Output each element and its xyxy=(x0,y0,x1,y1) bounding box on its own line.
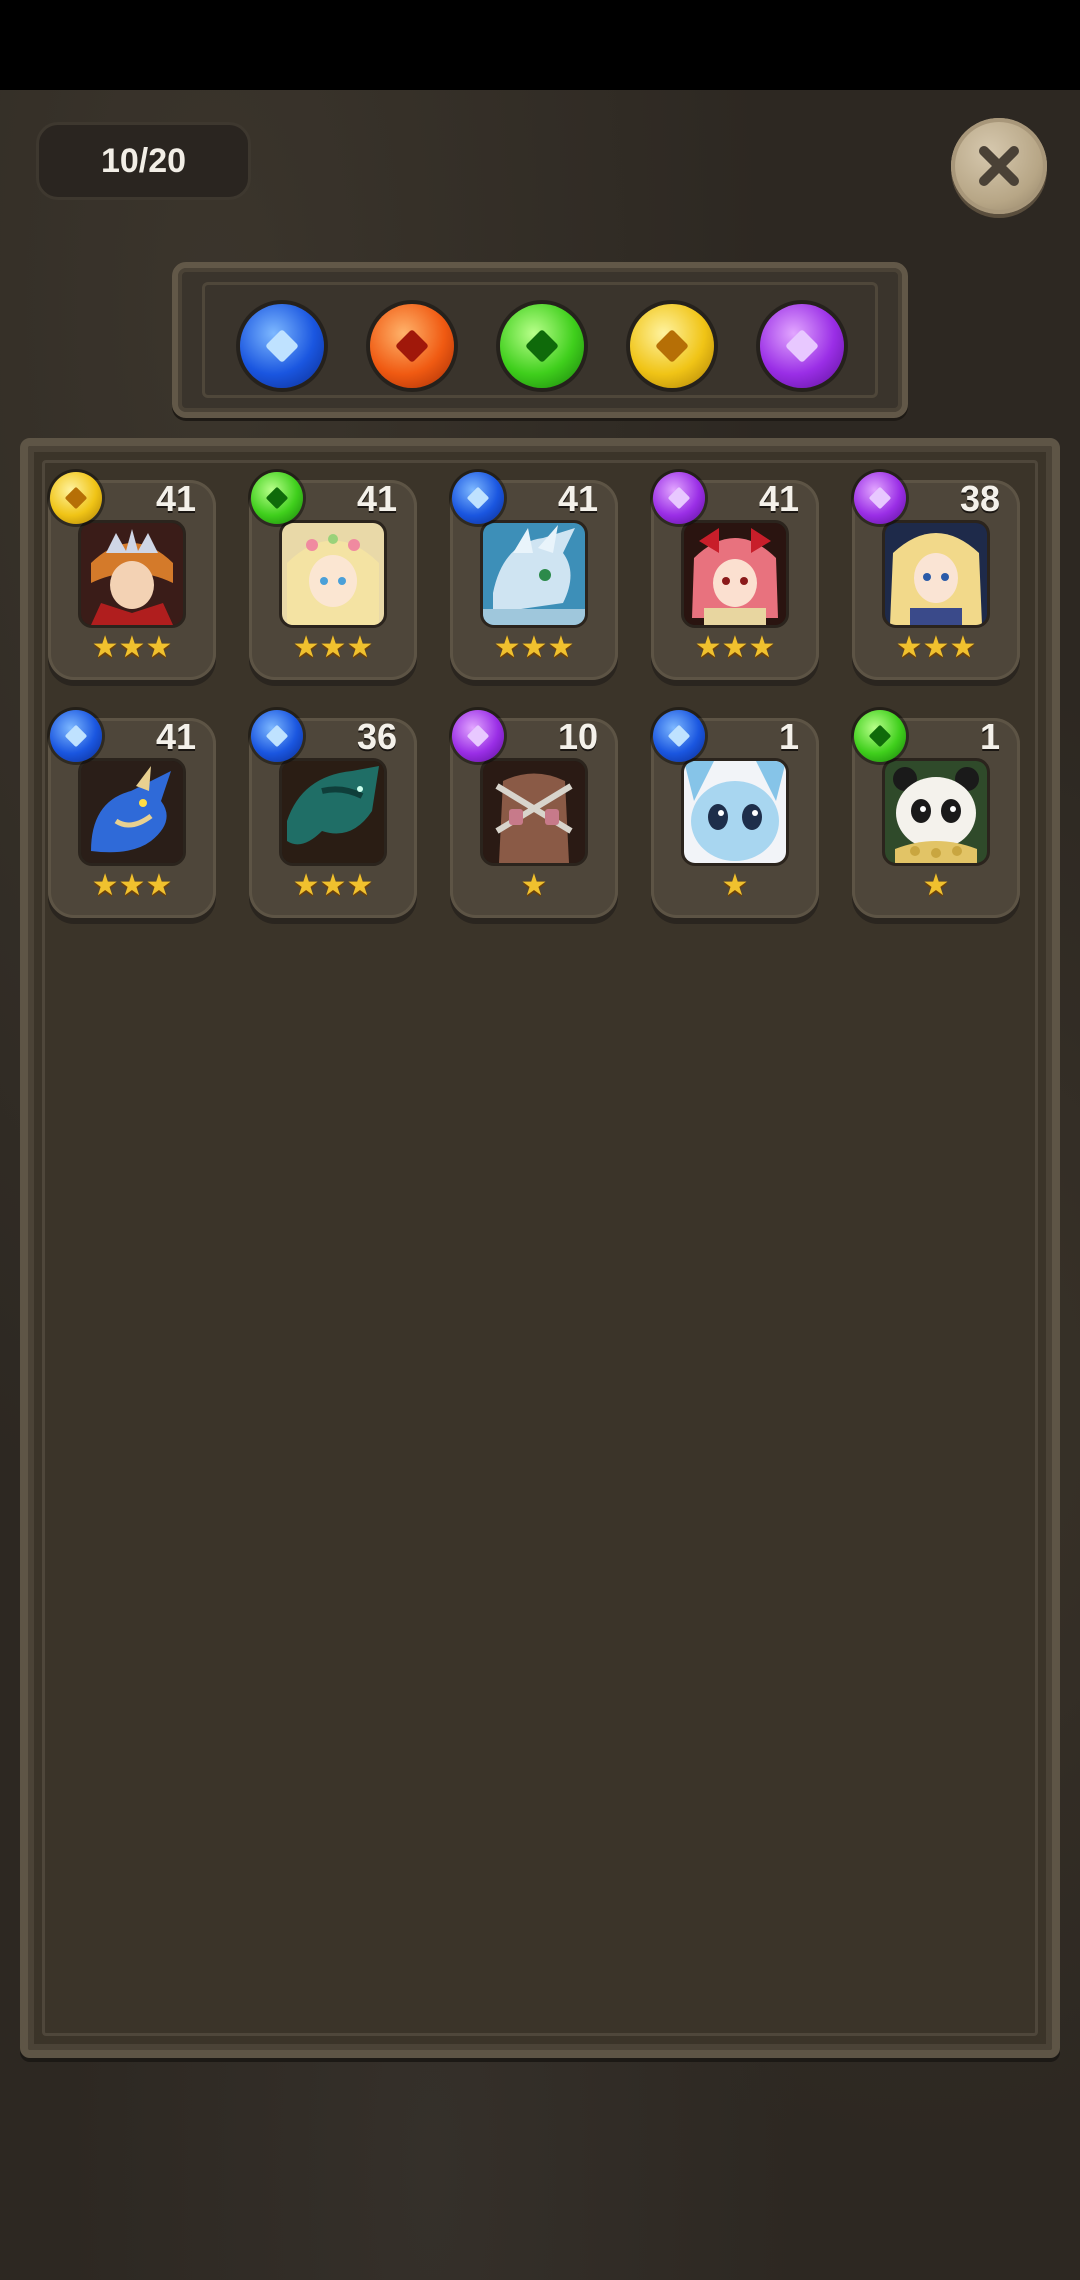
portrait-crowned-hero xyxy=(78,520,186,628)
monster-level: 10 xyxy=(557,716,598,757)
element-water-icon xyxy=(452,472,504,524)
element-water-icon xyxy=(251,710,303,762)
element-dark-icon xyxy=(653,472,705,524)
monster-level: 1 xyxy=(979,716,1000,757)
rarity-stars: ★★★ xyxy=(292,869,374,902)
monster-level: 41 xyxy=(758,478,799,519)
element-water-icon xyxy=(50,710,102,762)
rarity-stars: ★★★ xyxy=(91,869,173,902)
monster-level: 41 xyxy=(155,478,196,519)
box-capacity-counter: 10/20 xyxy=(36,122,251,200)
monster-card[interactable]: 1 ★ xyxy=(852,710,1020,926)
element-dark-icon xyxy=(452,710,504,762)
close-icon xyxy=(979,146,1019,186)
status-bar xyxy=(0,0,1080,90)
rarity-stars: ★ xyxy=(721,869,749,902)
rarity-stars: ★ xyxy=(922,869,950,902)
monster-level: 41 xyxy=(557,478,598,519)
portrait-teal-beast xyxy=(279,758,387,866)
monster-card[interactable]: 41 ★★★ xyxy=(249,472,417,688)
filter-wood-orb-icon[interactable] xyxy=(500,304,584,388)
monster-level: 36 xyxy=(356,716,397,757)
portrait-panda xyxy=(882,758,990,866)
monster-card[interactable]: 1 ★ xyxy=(651,710,819,926)
monster-level: 41 xyxy=(356,478,397,519)
portrait-blue-pup xyxy=(681,758,789,866)
portrait-wrapped-creature xyxy=(480,758,588,866)
monster-card[interactable]: 41 ★★★ xyxy=(651,472,819,688)
monster-card[interactable]: 10 ★ xyxy=(450,710,618,926)
element-wood-icon xyxy=(854,710,906,762)
close-button[interactable] xyxy=(951,118,1047,214)
monster-card[interactable]: 36 ★★★ xyxy=(249,710,417,926)
monster-level: 38 xyxy=(959,478,1000,519)
filter-water-orb-icon[interactable] xyxy=(240,304,324,388)
element-filter-bar xyxy=(172,262,908,418)
monster-card[interactable]: 41 ★★★ xyxy=(450,472,618,688)
portrait-blonde-girl xyxy=(279,520,387,628)
element-wood-icon xyxy=(251,472,303,524)
element-dark-icon xyxy=(854,472,906,524)
rarity-stars: ★★★ xyxy=(91,631,173,664)
portrait-blue-dragon xyxy=(78,758,186,866)
portrait-ice-dragon xyxy=(480,520,588,628)
portrait-blonde-mage xyxy=(882,520,990,628)
rarity-stars: ★★★ xyxy=(895,631,977,664)
filter-light-orb-icon[interactable] xyxy=(630,304,714,388)
monster-level: 41 xyxy=(155,716,196,757)
rarity-stars: ★★★ xyxy=(493,631,575,664)
rarity-stars: ★ xyxy=(520,869,548,902)
filter-dark-orb-icon[interactable] xyxy=(760,304,844,388)
portrait-red-hair-girl xyxy=(681,520,789,628)
element-light-icon xyxy=(50,472,102,524)
monster-card[interactable]: 41 ★★★ xyxy=(48,710,216,926)
rarity-stars: ★★★ xyxy=(292,631,374,664)
monster-card[interactable]: 38 ★★★ xyxy=(852,472,1020,688)
filter-fire-orb-icon[interactable] xyxy=(370,304,454,388)
rarity-stars: ★★★ xyxy=(694,631,776,664)
monster-card[interactable]: 41 ★★★ xyxy=(48,472,216,688)
element-water-icon xyxy=(653,710,705,762)
monster-level: 1 xyxy=(778,716,799,757)
